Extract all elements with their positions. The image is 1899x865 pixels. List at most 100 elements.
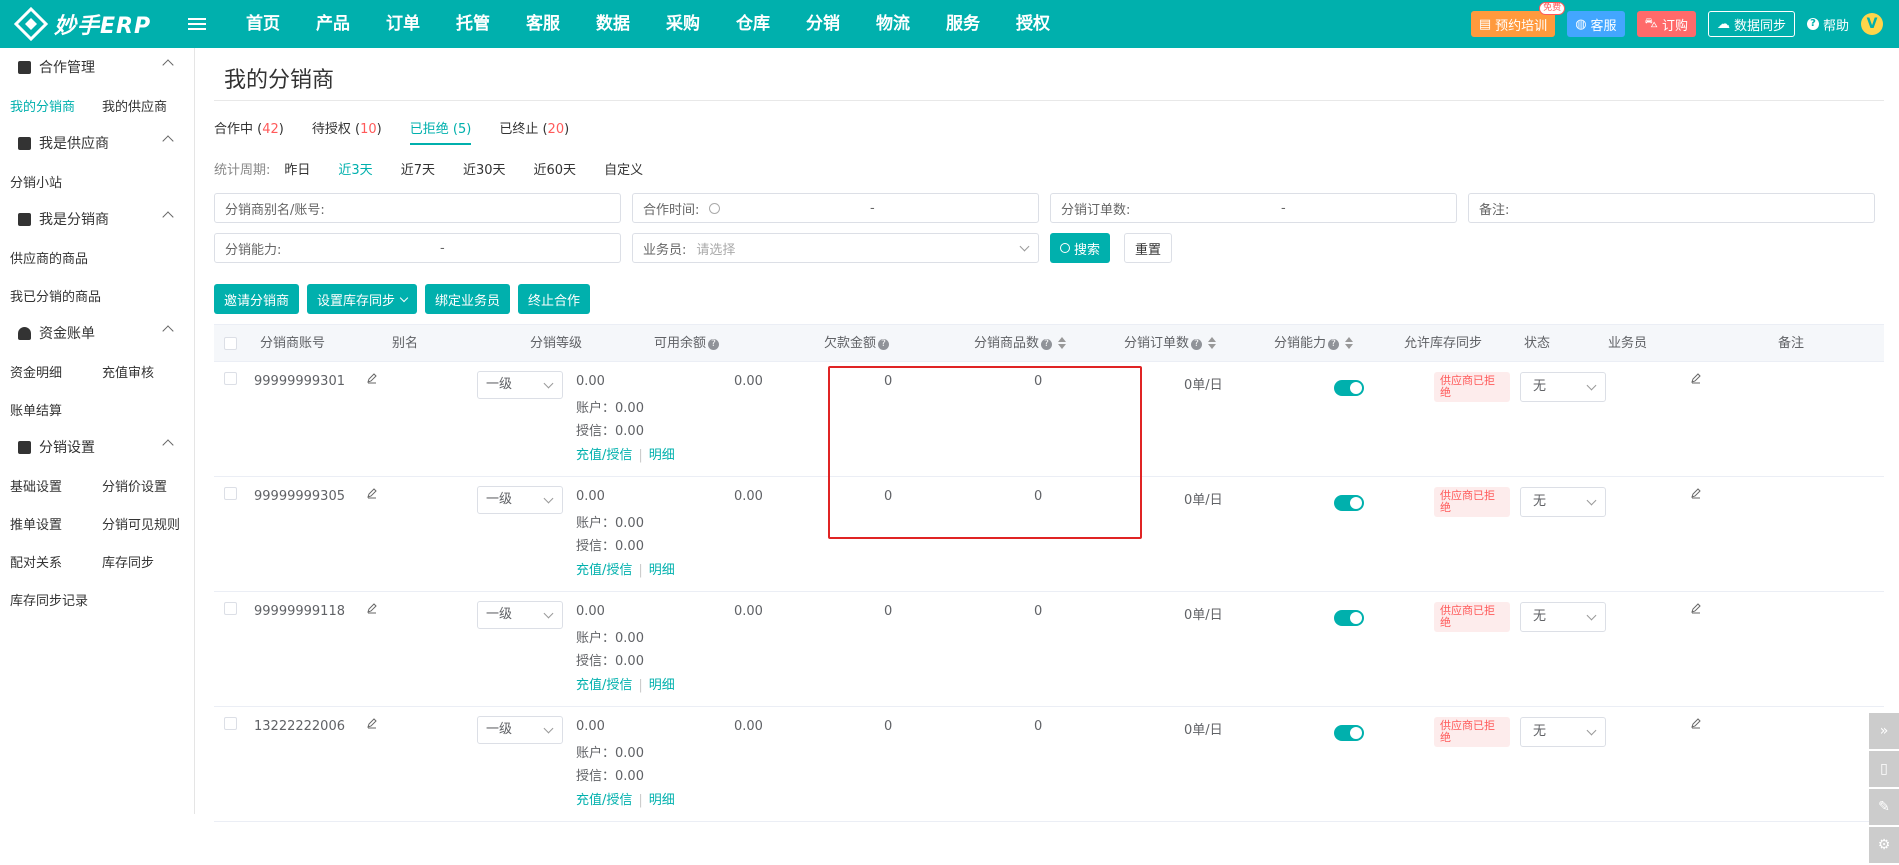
sidebar-link[interactable]: 我已分销的商品 xyxy=(10,286,102,305)
tab-1[interactable]: 待授权 (10) xyxy=(312,118,382,145)
salesman-select[interactable]: 无 xyxy=(1520,717,1606,747)
sidebar-link[interactable]: 基础设置 xyxy=(10,476,102,495)
nav-item-8[interactable]: 分销 xyxy=(788,0,858,48)
detail-link[interactable]: 明细 xyxy=(649,793,675,808)
brand-logo[interactable]: 妙手ERP xyxy=(14,7,184,41)
period-option-5[interactable]: 自定义 xyxy=(604,159,643,178)
allow-sync-toggle[interactable] xyxy=(1334,610,1364,626)
question-icon[interactable]: ? xyxy=(1191,339,1203,350)
sidebar-link[interactable]: 我的供应商 xyxy=(102,96,194,115)
pencil-icon[interactable] xyxy=(1690,487,1702,499)
feedback-icon[interactable]: ✎ xyxy=(1869,789,1899,825)
service-button[interactable]: ◍ 客服 xyxy=(1567,11,1625,37)
nav-item-10[interactable]: 服务 xyxy=(928,0,998,48)
coop-time-filter[interactable]: 合作时间: - xyxy=(632,193,1039,223)
sidebar-link[interactable]: 库存同步 xyxy=(102,552,194,571)
search-button[interactable]: 搜索 xyxy=(1050,233,1111,263)
allow-sync-toggle[interactable] xyxy=(1334,380,1364,396)
mobile-icon[interactable]: ▯ xyxy=(1869,751,1899,787)
sidebar-group-4[interactable]: 分销设置 xyxy=(0,428,194,466)
sidebar-group-0[interactable]: 合作管理 xyxy=(0,48,194,86)
level-select[interactable]: 一级 xyxy=(477,371,563,399)
detail-link[interactable]: 明细 xyxy=(649,448,675,463)
row-checkbox[interactable] xyxy=(224,717,237,730)
recharge-link[interactable]: 充值/授信 xyxy=(576,678,632,693)
capacity-filter[interactable]: 分销能力: - xyxy=(214,233,621,263)
tab-0[interactable]: 合作中 (42) xyxy=(214,118,284,145)
pencil-icon[interactable] xyxy=(366,372,378,384)
sidebar-group-3[interactable]: 资金账单 xyxy=(0,314,194,352)
level-select[interactable]: 一级 xyxy=(477,601,563,629)
period-option-0[interactable]: 昨日 xyxy=(284,159,310,178)
allow-sync-toggle[interactable] xyxy=(1334,495,1364,511)
question-icon[interactable]: ? xyxy=(878,339,890,350)
period-option-1[interactable]: 近3天 xyxy=(338,159,372,178)
terminate-button[interactable]: 终止合作 xyxy=(518,284,591,314)
data-sync-button[interactable]: ☁ 数据同步 xyxy=(1707,11,1795,37)
period-option-4[interactable]: 近60天 xyxy=(534,159,577,178)
sort-icon[interactable] xyxy=(1345,337,1354,349)
sidebar-group-2[interactable]: 我是分销商 xyxy=(0,200,194,238)
row-checkbox[interactable] xyxy=(224,487,237,500)
nav-item-4[interactable]: 客服 xyxy=(508,0,578,48)
reset-button[interactable]: 重置 xyxy=(1124,233,1173,263)
sort-icon[interactable] xyxy=(1208,337,1217,349)
settings-icon[interactable]: ⚙ xyxy=(1869,827,1899,863)
row-checkbox[interactable] xyxy=(224,372,237,385)
sidebar-link[interactable]: 库存同步记录 xyxy=(10,590,102,609)
sidebar-link[interactable]: 账单结算 xyxy=(10,400,102,419)
salesman-select[interactable]: 无 xyxy=(1520,372,1606,402)
stock-sync-dropdown[interactable]: 设置库存同步 xyxy=(307,284,418,314)
salesman-select[interactable]: 业务员: 请选择 xyxy=(632,233,1039,263)
nav-item-6[interactable]: 采购 xyxy=(648,0,718,48)
nav-item-1[interactable]: 产品 xyxy=(298,0,368,48)
recharge-link[interactable]: 充值/授信 xyxy=(576,448,632,463)
sidebar-link[interactable]: 分销小站 xyxy=(10,172,102,191)
pencil-icon[interactable] xyxy=(1690,372,1702,384)
training-button[interactable]: ▤ 预约培训 免费 xyxy=(1470,2,1566,37)
nav-item-7[interactable]: 仓库 xyxy=(718,0,788,48)
level-select[interactable]: 一级 xyxy=(477,486,563,514)
order-button[interactable]: ⛍ 订购 xyxy=(1636,11,1696,37)
row-checkbox[interactable] xyxy=(224,602,237,615)
sidebar-link[interactable]: 分销价设置 xyxy=(102,476,194,495)
level-select[interactable]: 一级 xyxy=(477,716,563,744)
sidebar-link[interactable]: 配对关系 xyxy=(10,552,102,571)
bind-salesman-button[interactable]: 绑定业务员 xyxy=(425,284,511,314)
sort-icon[interactable] xyxy=(1058,337,1067,349)
sidebar-link[interactable]: 分销可见规则 xyxy=(102,514,194,533)
period-option-2[interactable]: 近7天 xyxy=(401,159,435,178)
pencil-icon[interactable] xyxy=(366,487,378,499)
nav-item-5[interactable]: 数据 xyxy=(578,0,648,48)
sidebar-link[interactable]: 供应商的商品 xyxy=(10,248,102,267)
question-icon[interactable]: ? xyxy=(708,339,720,350)
alias-filter[interactable]: 分销商别名/账号: xyxy=(214,193,621,223)
salesman-select[interactable]: 无 xyxy=(1520,487,1606,517)
tab-3[interactable]: 已终止 (20) xyxy=(499,118,569,145)
nav-item-2[interactable]: 订单 xyxy=(368,0,438,48)
menu-icon[interactable] xyxy=(188,18,206,30)
sidebar-link[interactable]: 资金明细 xyxy=(10,362,102,381)
expand-icon[interactable]: » xyxy=(1869,713,1899,749)
salesman-select[interactable]: 无 xyxy=(1520,602,1606,632)
invite-distributor-button[interactable]: 邀请分销商 xyxy=(214,284,300,314)
pencil-icon[interactable] xyxy=(366,717,378,729)
pencil-icon[interactable] xyxy=(1690,602,1702,614)
tab-2[interactable]: 已拒绝 (5) xyxy=(409,118,472,145)
recharge-link[interactable]: 充值/授信 xyxy=(576,793,632,808)
nav-item-11[interactable]: 授权 xyxy=(998,0,1068,48)
pencil-icon[interactable] xyxy=(1690,717,1702,729)
pencil-icon[interactable] xyxy=(366,602,378,614)
remark-filter[interactable]: 备注: xyxy=(1468,193,1875,223)
detail-link[interactable]: 明细 xyxy=(649,678,675,693)
sidebar-link[interactable]: 我的分销商 xyxy=(10,96,102,115)
sidebar-group-1[interactable]: 我是供应商 xyxy=(0,124,194,162)
sidebar-link[interactable]: 充值审核 xyxy=(102,362,194,381)
select-all-checkbox[interactable] xyxy=(224,337,237,350)
help-link[interactable]: ? 帮助 xyxy=(1806,15,1849,34)
question-icon[interactable]: ? xyxy=(1328,339,1340,350)
recharge-link[interactable]: 充值/授信 xyxy=(576,563,632,578)
nav-item-0[interactable]: 首页 xyxy=(228,0,298,48)
order-count-filter[interactable]: 分销订单数: - xyxy=(1050,193,1457,223)
sidebar-link[interactable]: 推单设置 xyxy=(10,514,102,533)
